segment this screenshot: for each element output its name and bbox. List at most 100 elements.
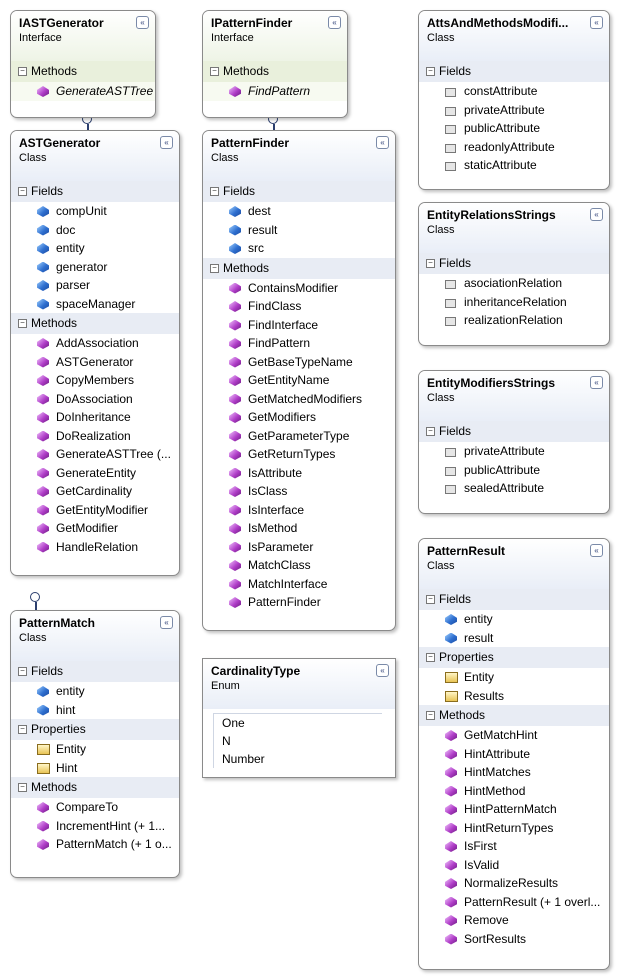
section-fields[interactable]: − Fields xyxy=(419,253,609,274)
const-field-item[interactable]: constAttribute xyxy=(419,82,609,101)
collapse-button[interactable]: « xyxy=(136,16,149,29)
method-item[interactable]: GetBaseTypeName xyxy=(203,353,395,372)
collapse-button[interactable]: « xyxy=(590,544,603,557)
method-item[interactable]: GetModifiers xyxy=(203,408,395,427)
field-item[interactable]: entity xyxy=(419,610,609,629)
method-item[interactable]: NormalizeResults xyxy=(419,874,609,893)
method-item[interactable]: ContainsModifier xyxy=(203,279,395,298)
method-item[interactable]: PatternFinder xyxy=(203,593,395,612)
section-toggle-icon[interactable]: − xyxy=(210,187,219,196)
field-item[interactable]: src xyxy=(203,239,395,258)
enum-value[interactable]: N xyxy=(214,732,382,750)
property-item[interactable]: Entity xyxy=(419,668,609,687)
method-item[interactable]: AddAssociation xyxy=(11,334,179,353)
section-methods[interactable]: − Methods xyxy=(11,61,155,82)
property-item[interactable]: Results xyxy=(419,687,609,706)
section-toggle-icon[interactable]: − xyxy=(426,595,435,604)
section-toggle-icon[interactable]: − xyxy=(426,653,435,662)
section-toggle-icon[interactable]: − xyxy=(18,67,27,76)
class-box-iastgenerator[interactable]: IASTGenerator Interface « − Methods Gener… xyxy=(10,10,156,118)
section-toggle-icon[interactable]: − xyxy=(18,725,27,734)
method-item[interactable]: DoInheritance xyxy=(11,408,179,427)
field-item[interactable]: result xyxy=(419,629,609,648)
method-item[interactable]: FindInterface xyxy=(203,316,395,335)
class-box-patternfinder[interactable]: PatternFinder Class « − Fields dest resul… xyxy=(202,130,396,631)
field-item[interactable]: hint xyxy=(11,701,179,720)
section-toggle-icon[interactable]: − xyxy=(426,259,435,268)
method-item[interactable]: GenerateASTTree (... xyxy=(11,445,179,464)
const-field-item[interactable]: staticAttribute xyxy=(419,156,609,175)
section-toggle-icon[interactable]: − xyxy=(18,667,27,676)
method-item[interactable]: IncrementHint (+ 1... xyxy=(11,817,179,836)
section-fields[interactable]: − Fields xyxy=(419,421,609,442)
method-item[interactable]: GenerateASTTree xyxy=(11,82,155,101)
collapse-button[interactable]: « xyxy=(590,376,603,389)
section-toggle-icon[interactable]: − xyxy=(426,427,435,436)
method-item[interactable]: GetEntityModifier xyxy=(11,501,179,520)
const-field-item[interactable]: asociationRelation xyxy=(419,274,609,293)
section-methods[interactable]: − Methods xyxy=(203,61,347,82)
const-field-item[interactable]: privateAttribute xyxy=(419,442,609,461)
method-item[interactable]: IsParameter xyxy=(203,538,395,557)
method-item[interactable]: FindPattern xyxy=(203,82,347,101)
method-item[interactable]: HintMatches xyxy=(419,763,609,782)
section-fields[interactable]: − Fields xyxy=(419,61,609,82)
section-methods[interactable]: − Methods xyxy=(419,705,609,726)
const-field-item[interactable]: sealedAttribute xyxy=(419,479,609,498)
section-methods[interactable]: − Methods xyxy=(11,313,179,334)
class-box-astgenerator[interactable]: ASTGenerator Class « − Fields compUnit do… xyxy=(10,130,180,576)
method-item[interactable]: CopyMembers xyxy=(11,371,179,390)
class-box-attsandmethods[interactable]: AttsAndMethodsModifi... Class « − Fields … xyxy=(418,10,610,190)
section-fields[interactable]: − Fields xyxy=(11,181,179,202)
section-toggle-icon[interactable]: − xyxy=(210,67,219,76)
section-fields[interactable]: − Fields xyxy=(11,661,179,682)
section-methods[interactable]: − Methods xyxy=(203,257,395,279)
field-item[interactable]: spaceManager xyxy=(11,295,179,314)
collapse-button[interactable]: « xyxy=(590,208,603,221)
method-item[interactable]: GetEntityName xyxy=(203,371,395,390)
section-methods[interactable]: − Methods xyxy=(11,777,179,798)
field-item[interactable]: doc xyxy=(11,221,179,240)
const-field-item[interactable]: publicAttribute xyxy=(419,119,609,138)
const-field-item[interactable]: realizationRelation xyxy=(419,311,609,330)
field-item[interactable]: compUnit xyxy=(11,202,179,221)
const-field-item[interactable]: readonlyAttribute xyxy=(419,138,609,157)
class-box-entitymodifiersstrings[interactable]: EntityModifiersStrings Class « − Fields p… xyxy=(418,370,610,514)
class-box-ipatternfinder[interactable]: IPatternFinder Interface « − Methods Find… xyxy=(202,10,348,118)
method-item[interactable]: IsInterface xyxy=(203,501,395,520)
method-item[interactable]: GetParameterType xyxy=(203,427,395,446)
method-item[interactable]: ASTGenerator xyxy=(11,353,179,372)
method-item[interactable]: HandleRelation xyxy=(11,538,179,557)
field-item[interactable]: result xyxy=(203,221,395,240)
field-item[interactable]: entity xyxy=(11,682,179,701)
property-item[interactable]: Entity xyxy=(11,740,179,759)
field-item[interactable]: generator xyxy=(11,258,179,277)
method-item[interactable]: GetCardinality xyxy=(11,482,179,501)
method-item[interactable]: HintMethod xyxy=(419,782,609,801)
method-item[interactable]: IsValid xyxy=(419,856,609,875)
collapse-button[interactable]: « xyxy=(376,664,389,677)
section-fields[interactable]: − Fields xyxy=(203,181,395,202)
class-box-patternresult[interactable]: PatternResult Class « − Fields entity res… xyxy=(418,538,610,970)
method-item[interactable]: CompareTo xyxy=(11,798,179,817)
section-properties[interactable]: − Properties xyxy=(419,647,609,668)
method-item[interactable]: GetMatchedModifiers xyxy=(203,390,395,409)
method-item[interactable]: IsFirst xyxy=(419,837,609,856)
const-field-item[interactable]: publicAttribute xyxy=(419,461,609,480)
const-field-item[interactable]: inheritanceRelation xyxy=(419,293,609,312)
method-item[interactable]: FindPattern xyxy=(203,334,395,353)
collapse-button[interactable]: « xyxy=(160,616,173,629)
method-item[interactable]: DoRealization xyxy=(11,427,179,446)
method-item[interactable]: IsMethod xyxy=(203,519,395,538)
class-box-patternmatch[interactable]: PatternMatch Class « − Fields entity hint… xyxy=(10,610,180,878)
method-item[interactable]: GetReturnTypes xyxy=(203,445,395,464)
section-toggle-icon[interactable]: − xyxy=(18,187,27,196)
class-box-entityrelationsstrings[interactable]: EntityRelationsStrings Class « − Fields a… xyxy=(418,202,610,346)
method-item[interactable]: IsAttribute xyxy=(203,464,395,483)
method-item[interactable]: HintReturnTypes xyxy=(419,819,609,838)
section-properties[interactable]: − Properties xyxy=(11,719,179,740)
field-item[interactable]: parser xyxy=(11,276,179,295)
collapse-button[interactable]: « xyxy=(590,16,603,29)
section-toggle-icon[interactable]: − xyxy=(210,263,219,273)
collapse-button[interactable]: « xyxy=(328,16,341,29)
